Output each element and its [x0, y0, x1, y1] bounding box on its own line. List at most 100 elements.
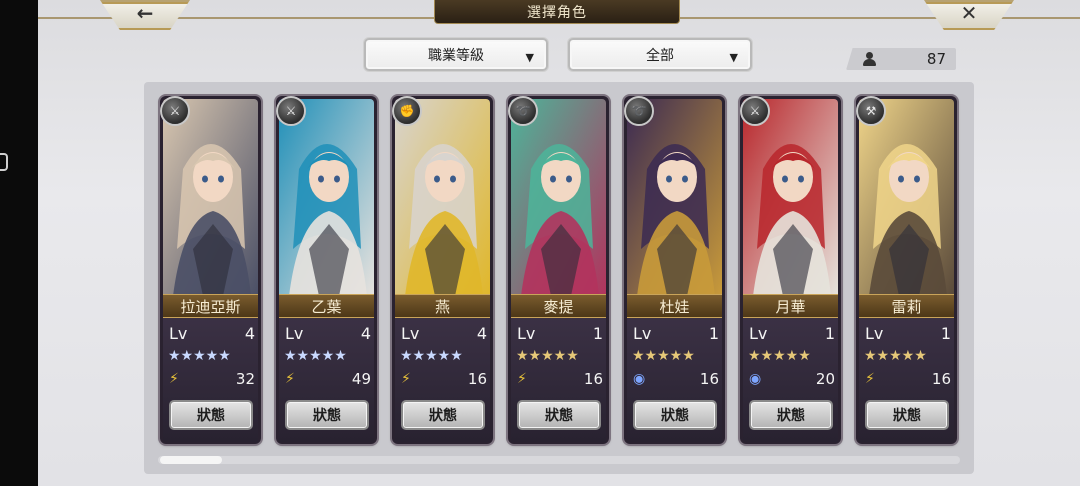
close-button[interactable]: ✕	[924, 0, 1014, 30]
gauntlet-weapon-icon: ✊	[392, 96, 422, 126]
axe-weapon-icon: ⚒	[856, 96, 886, 126]
level-label: Lv	[865, 324, 884, 343]
roster-count-value: 87	[926, 50, 946, 68]
water-element-icon: ◉	[749, 371, 762, 387]
level-value: 1	[708, 324, 719, 343]
side-handle-icon[interactable]	[0, 153, 8, 171]
whip-weapon-icon: ➰	[508, 96, 538, 126]
character-name: 乙葉	[279, 294, 374, 318]
element-row: ⚡ 16	[865, 370, 951, 388]
character-card[interactable]: ⚒ 雷莉 Lv 1 ★★★★★ ⚡ 16 狀態	[856, 96, 957, 444]
level-row: Lv 1	[749, 324, 835, 343]
sword-weapon-icon: ⚔	[276, 96, 306, 126]
level-label: Lv	[749, 324, 768, 343]
element-value: 16	[931, 370, 951, 388]
chevron-down-icon: ▼	[525, 51, 534, 64]
character-card[interactable]: ⚔ 拉迪亞斯 Lv 4 ★★★★★ ⚡ 32 狀態	[160, 96, 261, 444]
status-button[interactable]: 狀態	[169, 400, 253, 430]
status-button[interactable]: 狀態	[865, 400, 949, 430]
element-row: ⚡ 49	[285, 370, 371, 388]
character-card[interactable]: ➰ 麥提 Lv 1 ★★★★★ ⚡ 16 狀態	[508, 96, 609, 444]
level-row: Lv 4	[169, 324, 255, 343]
rarity-stars: ★★★★★	[748, 348, 811, 364]
element-value: 32	[235, 370, 255, 388]
rarity-stars: ★★★★★	[168, 348, 231, 364]
level-value: 4	[244, 324, 255, 343]
character-card[interactable]: ⚔ 乙葉 Lv 4 ★★★★★ ⚡ 49 狀態	[276, 96, 377, 444]
element-value: 49	[351, 370, 371, 388]
level-row: Lv 1	[517, 324, 603, 343]
wind-element-icon: ⚡	[169, 371, 179, 387]
element-value: 16	[699, 370, 719, 388]
character-stats: Lv 4 ★★★★★ ⚡ 32 狀態	[163, 318, 258, 442]
portrait-art	[279, 99, 374, 296]
level-label: Lv	[285, 324, 304, 343]
character-portrait	[395, 99, 490, 296]
level-value: 1	[940, 324, 951, 343]
level-label: Lv	[517, 324, 536, 343]
level-value: 4	[476, 324, 487, 343]
element-row: ◉ 20	[749, 370, 835, 388]
character-card[interactable]: ➰ 杜娃 Lv 1 ★★★★★ ◉ 16 狀態	[624, 96, 725, 444]
character-card[interactable]: ⚔ 月華 Lv 1 ★★★★★ ◉ 20 狀態	[740, 96, 841, 444]
scope-dropdown-label: 全部	[646, 47, 674, 64]
water-element-icon: ◉	[633, 371, 646, 387]
sword-weapon-icon: ⚔	[160, 96, 190, 126]
user-icon	[862, 52, 876, 66]
portrait-art	[743, 99, 838, 296]
character-card-list: ⚔ 拉迪亞斯 Lv 4 ★★★★★ ⚡ 32 狀態 ⚔ 乙葉 Lv 4 ★★★★…	[160, 96, 970, 446]
element-row: ⚡ 32	[169, 370, 255, 388]
status-button[interactable]: 狀態	[517, 400, 601, 430]
status-button[interactable]: 狀態	[285, 400, 369, 430]
element-value: 20	[815, 370, 835, 388]
level-value: 1	[592, 324, 603, 343]
character-select-screen: ← 選擇角色 ✕ 職業等級 ▼ 全部 ▼ 87 ⚔ 拉迪亞斯 Lv 4 ★★★★…	[38, 0, 1080, 486]
device-side-bar	[0, 0, 38, 486]
wind-element-icon: ⚡	[285, 371, 295, 387]
portrait-art	[163, 99, 258, 296]
character-portrait	[627, 99, 722, 296]
character-stats: Lv 1 ★★★★★ ◉ 20 狀態	[743, 318, 838, 442]
back-arrow-icon: ←	[136, 1, 154, 25]
character-name: 麥提	[511, 294, 606, 318]
level-label: Lv	[633, 324, 652, 343]
character-name: 月華	[743, 294, 838, 318]
horizontal-scrollbar[interactable]	[158, 456, 960, 464]
rarity-stars: ★★★★★	[864, 348, 927, 364]
character-name: 燕	[395, 294, 490, 318]
status-button[interactable]: 狀態	[401, 400, 485, 430]
level-value: 1	[824, 324, 835, 343]
character-stats: Lv 1 ★★★★★ ⚡ 16 狀態	[859, 318, 954, 442]
status-button[interactable]: 狀態	[633, 400, 717, 430]
level-row: Lv 1	[865, 324, 951, 343]
character-stats: Lv 1 ★★★★★ ◉ 16 狀態	[627, 318, 722, 442]
level-value: 4	[360, 324, 371, 343]
chevron-down-icon: ▼	[729, 51, 738, 64]
element-row: ⚡ 16	[517, 370, 603, 388]
status-button[interactable]: 狀態	[749, 400, 833, 430]
level-row: Lv 1	[633, 324, 719, 343]
page-title: 選擇角色	[434, 0, 680, 24]
character-card[interactable]: ✊ 燕 Lv 4 ★★★★★ ⚡ 16 狀態	[392, 96, 493, 444]
job-level-dropdown-label: 職業等級	[428, 47, 484, 64]
character-portrait	[163, 99, 258, 296]
wind-element-icon: ⚡	[517, 371, 527, 387]
job-level-dropdown[interactable]: 職業等級 ▼	[364, 38, 548, 71]
character-stats: Lv 4 ★★★★★ ⚡ 16 狀態	[395, 318, 490, 442]
rarity-stars: ★★★★★	[400, 348, 463, 364]
back-button[interactable]: ←	[100, 0, 190, 30]
portrait-art	[511, 99, 606, 296]
whip-weapon-icon: ➰	[624, 96, 654, 126]
character-portrait	[859, 99, 954, 296]
portrait-art	[859, 99, 954, 296]
wind-element-icon: ⚡	[865, 371, 875, 387]
level-label: Lv	[169, 324, 188, 343]
character-name: 雷莉	[859, 294, 954, 318]
scrollbar-thumb[interactable]	[160, 456, 222, 464]
character-portrait	[743, 99, 838, 296]
level-label: Lv	[401, 324, 420, 343]
scope-dropdown[interactable]: 全部 ▼	[568, 38, 752, 71]
character-stats: Lv 1 ★★★★★ ⚡ 16 狀態	[511, 318, 606, 442]
element-row: ⚡ 16	[401, 370, 487, 388]
rarity-stars: ★★★★★	[632, 348, 695, 364]
